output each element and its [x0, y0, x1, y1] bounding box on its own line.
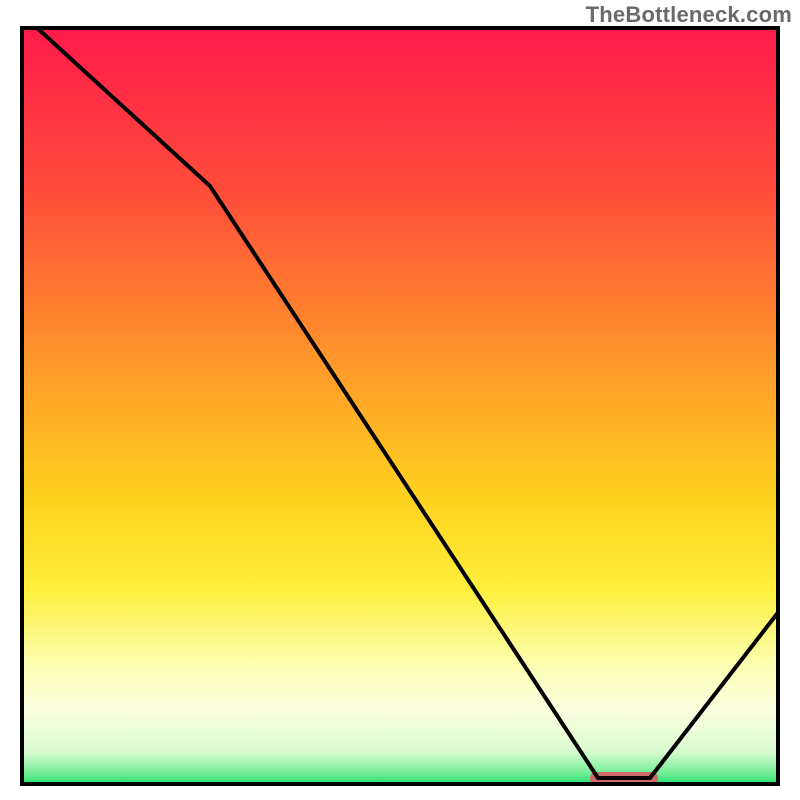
watermark-text: TheBottleneck.com [586, 2, 792, 28]
gradient-fill [20, 26, 780, 786]
plot-area [20, 26, 780, 786]
chart-svg [20, 26, 780, 786]
chart-container: TheBottleneck.com [0, 0, 800, 800]
